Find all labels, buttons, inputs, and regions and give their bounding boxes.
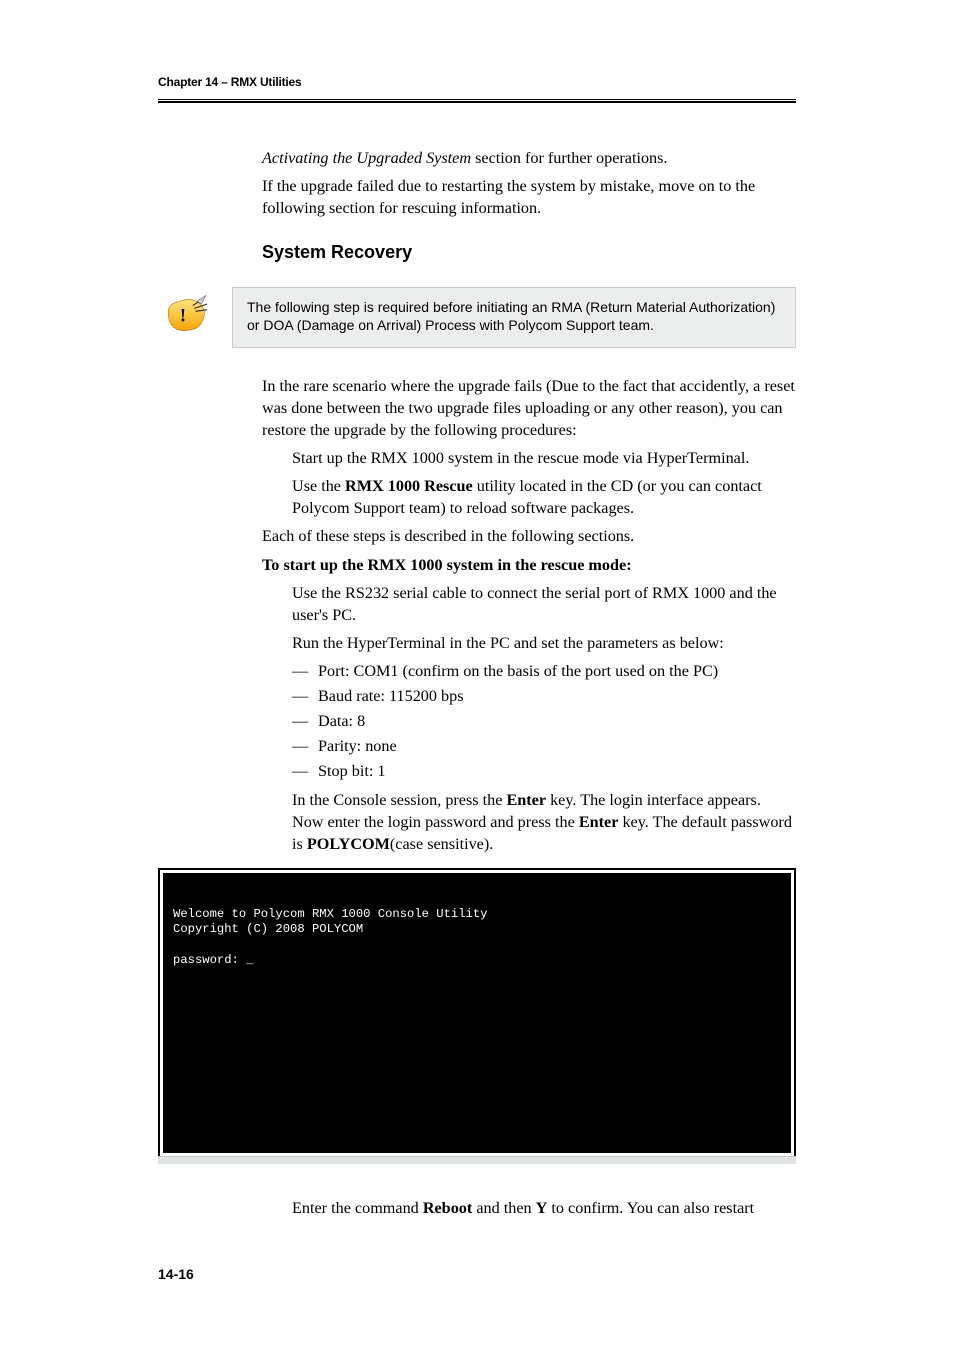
step-hyperterminal: Run the HyperTerminal in the PC and set …	[292, 633, 796, 655]
step-b-bold: RMX 1000 Rescue	[345, 477, 473, 495]
s1c-b3: POLYCOM	[307, 835, 390, 853]
s1d-b1: Reboot	[423, 1199, 472, 1217]
caution-icon: !	[164, 294, 210, 340]
step-console-login: In the Console session, press the Enter …	[292, 790, 796, 856]
s1d-mid: and then	[472, 1199, 535, 1217]
header-rule	[158, 99, 796, 103]
dash-icon: —	[292, 734, 306, 759]
param-text: Stop bit: 1	[318, 759, 385, 784]
para-each-step: Each of these steps is described in the …	[262, 526, 796, 548]
step-reboot: Enter the command Reboot and then Y to c…	[292, 1198, 796, 1220]
body-content: Activating the Upgraded System section f…	[262, 148, 796, 1220]
console-frame: Welcome to Polycom RMX 1000 Console Util…	[158, 868, 796, 1156]
param-text: Baud rate: 115200 bps	[318, 684, 464, 709]
intro-line-1-rest: section for further operations.	[471, 149, 667, 167]
s1c-b2: Enter	[579, 813, 619, 831]
step-rs232: Use the RS232 serial cable to connect th…	[292, 583, 796, 627]
param-row: — Parity: none	[292, 734, 796, 759]
subheading-rescue: To start up the RMX 1000 system in the r…	[262, 555, 796, 577]
s1c-b1: Enter	[506, 791, 546, 809]
page-number: 14-16	[158, 1266, 796, 1282]
console-screenshot: Welcome to Polycom RMX 1000 Console Util…	[262, 868, 796, 1164]
procedure-list: Start up the RMX 1000 system in the resc…	[292, 448, 796, 520]
chapter-header: Chapter 14 – RMX Utilities	[158, 75, 796, 89]
step-use-utility: Use the RMX 1000 Rescue utility located …	[292, 476, 796, 520]
intro-line-2: If the upgrade failed due to restarting …	[262, 176, 796, 220]
section-heading: System Recovery	[262, 242, 796, 263]
para-scenario: In the rare scenario where the upgrade f…	[262, 376, 796, 442]
caution-icon-cell: !	[158, 287, 216, 349]
param-list: — Port: COM1 (confirm on the basis of the…	[292, 659, 796, 785]
caution-callout: ! The following step is required before …	[158, 287, 796, 349]
param-row: — Baud rate: 115200 bps	[292, 684, 796, 709]
s1c-pre: In the Console session, press the	[292, 791, 506, 809]
console-output: Welcome to Polycom RMX 1000 Console Util…	[163, 873, 791, 1153]
param-row: — Data: 8	[292, 709, 796, 734]
param-text: Data: 8	[318, 709, 365, 734]
intro-italic: Activating the Upgraded System	[262, 149, 471, 167]
intro-line-1: Activating the Upgraded System section f…	[262, 148, 796, 170]
dash-icon: —	[292, 709, 306, 734]
param-text: Port: COM1 (confirm on the basis of the …	[318, 659, 718, 684]
caution-text: The following step is required before in…	[232, 287, 796, 349]
s1c-post: (case sensitive).	[390, 835, 493, 853]
param-text: Parity: none	[318, 734, 397, 759]
svg-text:!: !	[180, 306, 186, 327]
dash-icon: —	[292, 684, 306, 709]
rescue-steps: Use the RS232 serial cable to connect th…	[292, 583, 796, 856]
param-row: — Port: COM1 (confirm on the basis of the…	[292, 659, 796, 684]
console-bottom-bar	[158, 1156, 796, 1164]
step-b-pre: Use the	[292, 477, 345, 495]
post-console-step: Enter the command Reboot and then Y to c…	[292, 1198, 796, 1220]
s1d-pre: Enter the command	[292, 1199, 423, 1217]
dash-icon: —	[292, 659, 306, 684]
step-start-rescue: Start up the RMX 1000 system in the resc…	[292, 448, 796, 470]
s1d-b2: Y	[536, 1199, 548, 1217]
dash-icon: —	[292, 759, 306, 784]
s1d-post: to confirm. You can also restart	[547, 1199, 754, 1217]
param-row: — Stop bit: 1	[292, 759, 796, 784]
